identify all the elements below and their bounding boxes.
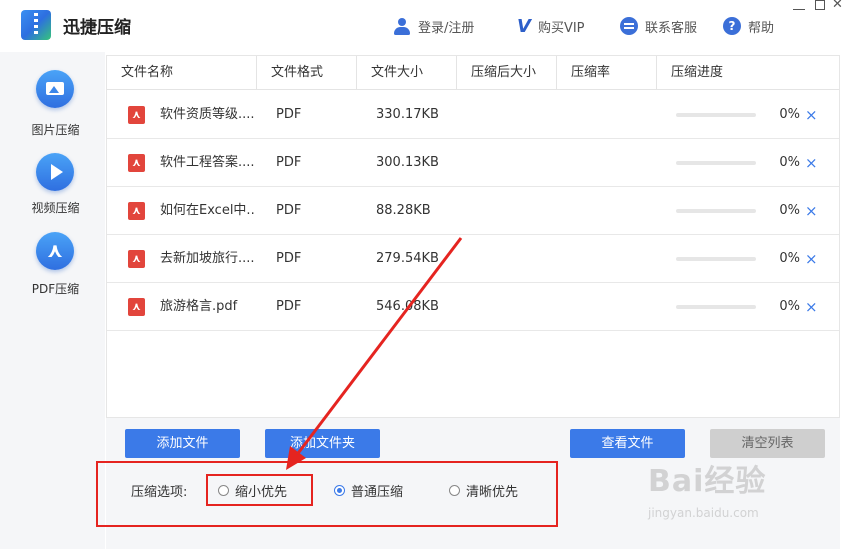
baidu-watermark: Bai经验 jingyan.baidu.com bbox=[648, 456, 838, 526]
watermark-url: jingyan.baidu.com bbox=[648, 506, 759, 520]
watermark-logo: Bai经验 bbox=[648, 464, 767, 499]
